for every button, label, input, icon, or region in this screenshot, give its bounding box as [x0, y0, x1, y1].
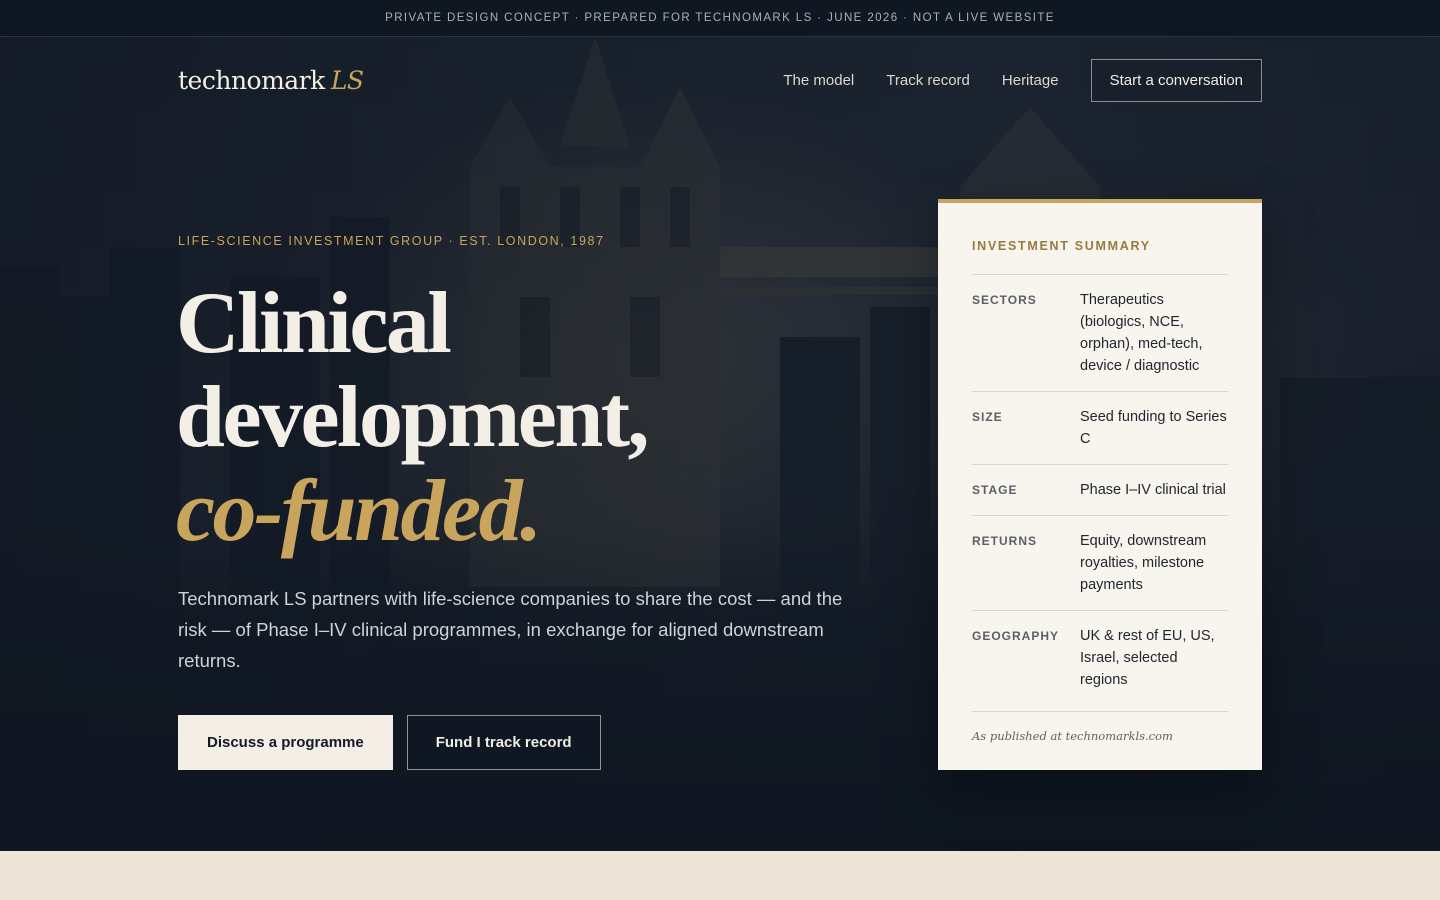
summary-title: INVESTMENT SUMMARY — [972, 239, 1151, 253]
headline-line-1: Clinical — [176, 275, 452, 372]
main-nav: technomark LS The model Track record Her… — [178, 59, 1262, 102]
summary-label: RETURNS — [972, 534, 1038, 548]
summary-row-returns: RETURNS Equity, downstream royalties, mi… — [972, 515, 1228, 610]
summary-label: GEOGRAPHY — [972, 629, 1060, 643]
start-conversation-button[interactable]: Start a conversation — [1090, 59, 1262, 102]
summary-value: Seed funding to Series C — [1080, 409, 1227, 447]
hero-lede: Technomark LS partners with life-science… — [178, 588, 843, 671]
next-section-band — [0, 851, 1440, 900]
summary-row-geography: GEOGRAPHY UK & rest of EU, US, Israel, s… — [972, 610, 1228, 705]
notice-bar: PRIVATE DESIGN CONCEPT · PREPARED FOR TE… — [0, 0, 1440, 37]
headline-line-2: development, — [176, 369, 650, 466]
discuss-programme-button[interactable]: Discuss a programme — [178, 715, 393, 770]
summary-row-sectors: SECTORS Therapeutics (biologics, NCE, or… — [972, 274, 1228, 391]
summary-footnote: As published at technomarkls.com — [972, 711, 1228, 743]
logo-wordmark: technomark — [178, 66, 325, 95]
headline-line-3: co-funded. — [176, 463, 542, 560]
summary-row-stage: STAGE Phase I–IV clinical trial — [972, 464, 1228, 515]
summary-value: Equity, downstream royalties, milestone … — [1080, 533, 1207, 593]
fund-track-record-button[interactable]: Fund I track record — [406, 715, 601, 770]
summary-value: Phase I–IV clinical trial — [1080, 482, 1226, 498]
investment-summary-card: INVESTMENT SUMMARY SECTORS Therapeutics … — [938, 199, 1262, 770]
logo[interactable]: technomark LS — [178, 66, 364, 95]
logo-accent: LS — [330, 66, 364, 95]
nav-links: The model Track record Heritage Start a … — [751, 59, 1262, 102]
notice-text: PRIVATE DESIGN CONCEPT · PREPARED FOR TE… — [385, 12, 1055, 24]
summary-value: Therapeutics (biologics, NCE, orphan), m… — [1080, 292, 1203, 374]
summary-label: SECTORS — [972, 293, 1037, 307]
hero-section: technomark LS The model Track record Her… — [0, 37, 1440, 851]
hero-headline: Clinical development, co-funded. — [176, 277, 876, 559]
summary-label: STAGE — [972, 483, 1018, 497]
hero-actions: Discuss a programme Fund I track record — [178, 715, 601, 770]
nav-link-track-record[interactable]: Track record — [886, 72, 970, 89]
nav-link-heritage[interactable]: Heritage — [1002, 72, 1059, 89]
summary-label: SIZE — [972, 410, 1003, 424]
hero-eyebrow: LIFE-SCIENCE INVESTMENT GROUP · EST. LON… — [178, 234, 605, 248]
summary-value: UK & rest of EU, US, Israel, selected re… — [1080, 628, 1215, 688]
nav-link-the-model[interactable]: The model — [783, 72, 854, 89]
summary-row-size: SIZE Seed funding to Series C — [972, 391, 1228, 464]
